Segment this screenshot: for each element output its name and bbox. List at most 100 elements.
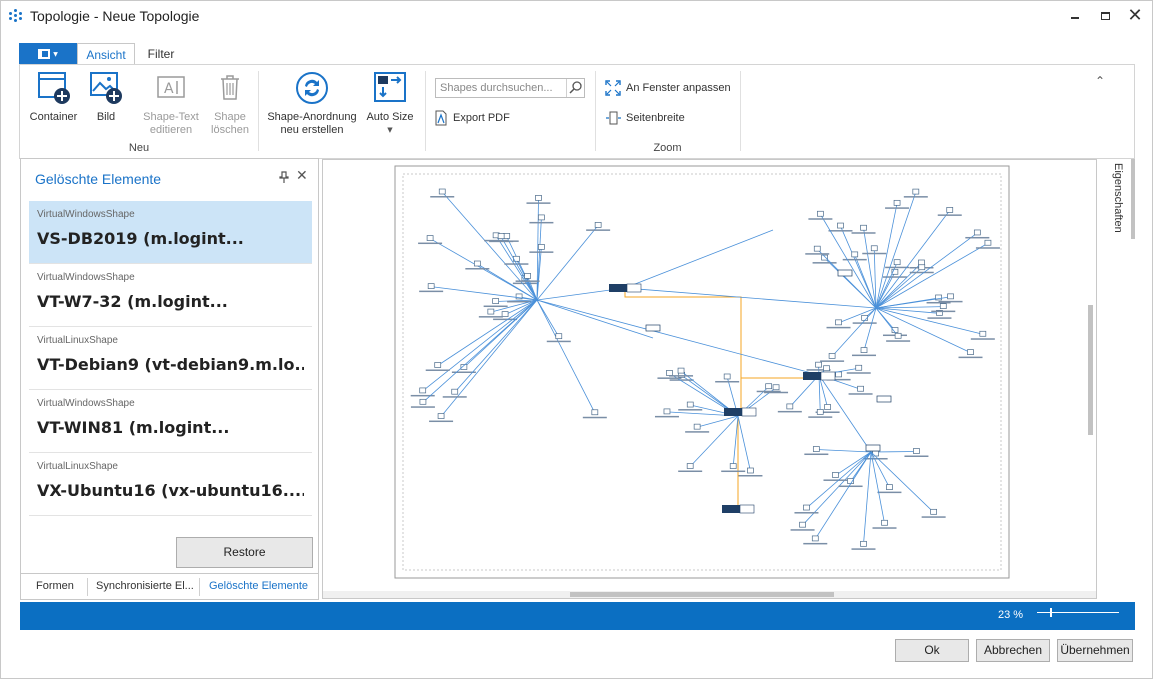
deleted-elements-panel: Gelöschte Elemente ✕ VirtualWindowsShape… — [20, 158, 319, 600]
list-item[interactable]: VirtualLinuxShape VT-Debian9 (vt-debian9… — [29, 327, 312, 390]
edit-shape-text-label: Shape-Text editieren — [143, 111, 199, 136]
node-icon — [832, 472, 839, 478]
hub-node-label — [626, 283, 642, 293]
tab-formen[interactable]: Formen — [36, 580, 74, 592]
node-icon — [813, 245, 821, 252]
node-label — [738, 475, 763, 477]
export-pdf-button[interactable]: Export PDF — [433, 109, 510, 127]
panel-close-icon[interactable]: ✕ — [296, 168, 308, 184]
tab-synchronisierte-elemente[interactable]: Synchronisierte El... — [96, 580, 194, 592]
rearrange-shapes-button[interactable]: Shape-Anordnung neu erstellen — [265, 71, 359, 137]
chevron-down-icon: ▼ — [53, 50, 58, 58]
hub-node-label — [820, 371, 836, 381]
node-label — [442, 396, 467, 398]
node-label — [851, 232, 876, 234]
node-label — [808, 218, 833, 220]
canvas-vertical-scrollbar[interactable] — [1088, 305, 1093, 435]
node-icon — [693, 423, 701, 430]
node-icon — [837, 222, 844, 229]
shape-search-input[interactable]: Shapes durchsuchen... — [435, 78, 585, 98]
ok-button[interactable]: Ok — [895, 639, 969, 662]
pin-icon[interactable] — [279, 171, 289, 186]
node-icon — [419, 387, 427, 394]
node-label — [685, 431, 710, 433]
node-icon — [918, 259, 925, 266]
topology-diagram[interactable] — [323, 160, 1097, 592]
minimize-button[interactable] — [1060, 1, 1090, 31]
hub-node-label — [741, 407, 757, 417]
node-icon — [815, 361, 822, 368]
node-icon — [677, 367, 685, 374]
search-icon[interactable] — [566, 79, 584, 97]
page-width-button[interactable]: Seitenbreite — [605, 109, 685, 127]
edit-shape-text-button[interactable]: A Shape-Text editieren — [138, 71, 204, 137]
node-icon — [857, 385, 864, 392]
tab-ansicht[interactable]: Ansicht — [77, 43, 135, 65]
ribbon: Container Bild A Shape-Text editieren Sh… — [19, 64, 1135, 159]
page-width-icon — [605, 110, 621, 126]
node-label — [823, 479, 848, 481]
node-icon — [886, 484, 893, 490]
node-label — [419, 290, 444, 293]
node-label — [842, 258, 867, 261]
node-label — [804, 453, 829, 456]
group-label-zoom: Zoom — [653, 142, 682, 154]
bild-label: Bild — [96, 111, 116, 123]
container-button[interactable]: Container — [26, 71, 81, 124]
topology-canvas[interactable] — [322, 159, 1097, 599]
node-label — [921, 516, 946, 518]
list-item[interactable]: VirtualWindowsShape VT-WIN81 (m.logint..… — [29, 390, 312, 453]
item-type: VirtualWindowsShape — [37, 272, 135, 283]
properties-tab[interactable]: Eigenschaften — [1112, 163, 1124, 233]
canvas-horizontal-scrollbar[interactable] — [323, 591, 1096, 598]
tab-separator — [87, 578, 88, 596]
restore-button[interactable]: Restore — [176, 537, 313, 568]
scrollbar-thumb[interactable] — [570, 592, 834, 597]
zoom-slider-thumb[interactable] — [1050, 608, 1052, 617]
node-icon — [893, 259, 901, 266]
node-icon — [816, 409, 824, 415]
node-icon — [893, 199, 901, 206]
tab-geloeschte-elemente[interactable]: Gelöschte Elemente — [209, 580, 308, 592]
properties-scrollbar[interactable] — [1131, 159, 1135, 239]
node-icon — [870, 245, 878, 252]
node-icon — [473, 260, 481, 267]
maximize-button[interactable] — [1090, 1, 1120, 31]
item-name: VT-WIN81 (m.logint... — [37, 418, 230, 437]
list-item[interactable]: VirtualWindowsShape VT-W7-32 (m.logint..… — [29, 264, 312, 327]
node-icon — [663, 408, 671, 415]
node-icon — [828, 353, 836, 359]
node-label — [582, 416, 607, 419]
hub-node — [722, 505, 740, 513]
zoom-level: 23 % — [998, 609, 1024, 621]
node-label — [877, 491, 902, 494]
fit-to-window-button[interactable]: An Fenster anpassen — [605, 79, 731, 97]
tab-filter[interactable]: Filter — [141, 43, 181, 65]
node-label — [885, 207, 910, 209]
node-label — [885, 266, 910, 269]
hub-node-label — [739, 504, 755, 514]
node-label — [904, 455, 929, 457]
auto-size-button[interactable]: Auto Size ▼ — [365, 71, 415, 137]
node-label — [903, 196, 928, 198]
node-icon — [913, 448, 920, 454]
node-icon — [860, 347, 868, 353]
node-icon — [503, 233, 511, 239]
bild-button[interactable]: Bild — [87, 71, 125, 124]
node-icon — [860, 540, 867, 547]
list-item[interactable]: VirtualLinuxShape VX-Ubuntu16 (vx-ubuntu… — [29, 453, 312, 516]
node-label — [851, 548, 876, 550]
node-icon — [979, 330, 987, 337]
ribbon-separator — [258, 71, 259, 151]
ribbon-separator — [740, 71, 741, 151]
close-button[interactable]: ✕ — [1120, 1, 1150, 31]
apply-button[interactable]: Übernehmen — [1057, 639, 1133, 662]
cancel-button[interactable]: Abbrechen — [976, 639, 1050, 662]
node-icon — [872, 450, 879, 457]
image-icon — [89, 71, 123, 105]
collapse-ribbon-icon[interactable]: ⌃ — [1095, 74, 1105, 88]
file-menu-button[interactable]: ▼ — [19, 43, 77, 65]
list-item[interactable]: VirtualWindowsShape VS-DB2019 (m.logint.… — [29, 201, 312, 264]
delete-shape-button[interactable]: Shape löschen — [208, 71, 252, 137]
node-icon — [835, 319, 842, 326]
